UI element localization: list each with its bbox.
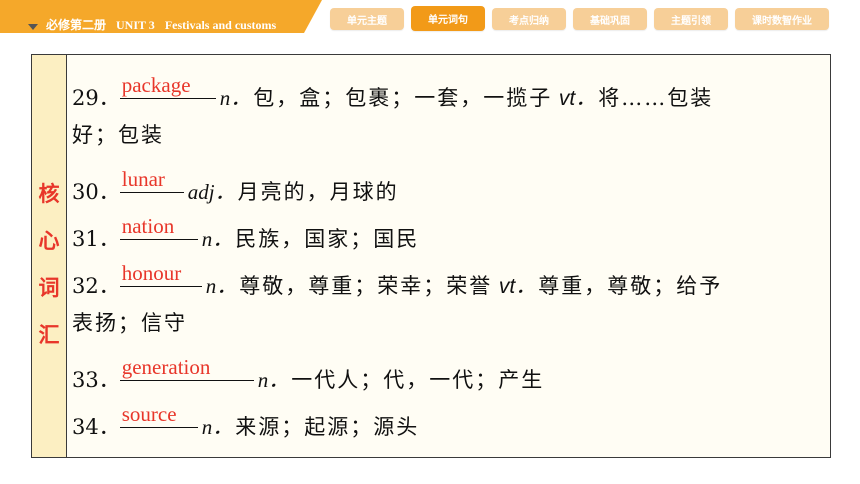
tab-unit-theme[interactable]: 单元主题 [330, 8, 404, 30]
side-char: 汇 [38, 323, 60, 347]
course-title: 必修第二册 UNIT 3 Festivals and customs [46, 16, 276, 33]
part-of-speech: n． [205, 274, 238, 298]
tab-unit-vocabulary[interactable]: 单元词句 [411, 6, 485, 31]
answer-text: lunar [121, 167, 165, 191]
tab-label: 基础巩固 [590, 15, 630, 27]
definition: 尊敬，尊重；荣幸；荣誉 [239, 274, 493, 298]
tab-label: 课时数智作业 [752, 15, 812, 27]
vocabulary-card: 核 心 词 汇 29． package n．包，盒；包裹；一套，一揽子 vt．将……… [31, 54, 831, 458]
part-of-speech: n． [201, 227, 234, 251]
part-of-speech: adj． [187, 180, 236, 204]
tab-label: 考点归纳 [509, 15, 549, 27]
list-item: 30． lunar adj．月亮的，月球的 [72, 159, 828, 206]
part-of-speech: n． [257, 368, 290, 392]
definition: 好；包装 [72, 123, 164, 147]
definition: 尊重，尊敬；给予 [538, 274, 723, 298]
side-char: 词 [38, 276, 60, 300]
list-item: 29． package n．包，盒；包裹；一套，一揽子 vt．将……包装 [72, 65, 828, 112]
list-item: 32． honour n．尊敬，尊重；荣幸；荣誉 vt．尊重，尊敬；给予 [72, 253, 828, 300]
unit-number: UNIT 3 [116, 18, 155, 32]
list-item: 33． generation n．一代人；代，一代；产生 [72, 347, 828, 394]
header-bar: 必修第二册 UNIT 3 Festivals and customs 单元主题 单元… [0, 0, 860, 35]
side-panel: 核 心 词 汇 [32, 55, 67, 457]
definition: 包，盒；包裹；一套，一揽子 [253, 86, 553, 110]
tab-basic-practice[interactable]: 基础巩固 [573, 8, 647, 30]
answer-blank: package [119, 65, 216, 99]
tab-label: 主题引领 [671, 15, 711, 27]
answer-text: nation [121, 214, 175, 238]
tab-label: 单元主题 [347, 15, 387, 27]
part-of-speech: vt． [498, 275, 537, 298]
list-item: 34． source n．来源；起源；源头 [72, 394, 828, 441]
book-name: 必修第二册 [46, 18, 107, 32]
vocabulary-list: 29． package n．包，盒；包裹；一套，一揽子 vt．将……包装 好；包装 … [72, 65, 828, 441]
side-char: 心 [38, 229, 60, 253]
item-number: 34． [72, 415, 120, 439]
answer-blank: honour [119, 253, 202, 287]
answer-blank: nation [119, 206, 198, 240]
tab-key-points[interactable]: 考点归纳 [492, 8, 566, 30]
answer-blank: lunar [119, 159, 184, 193]
answer-blank: source [119, 394, 198, 428]
definition: 民族，国家；国民 [235, 227, 420, 251]
answer-text: source [121, 402, 177, 426]
definition: 将……包装 [598, 86, 714, 110]
definition: 表扬；信守 [72, 311, 187, 335]
list-item: 31． nation n．民族，国家；国民 [72, 206, 828, 253]
answer-text: generation [121, 355, 211, 379]
tab-homework[interactable]: 课时数智作业 [735, 8, 829, 30]
part-of-speech: n． [219, 86, 252, 110]
list-item-continuation: 表扬；信守 [72, 300, 828, 347]
list-item-continuation: 好；包装 [72, 112, 828, 159]
definition: 一代人；代，一代；产生 [291, 368, 545, 392]
caret-down-icon [28, 24, 38, 30]
definition: 来源；起源；源头 [235, 415, 420, 439]
answer-text: honour [121, 261, 182, 285]
answer-blank: generation [119, 347, 254, 381]
part-of-speech: n． [201, 415, 234, 439]
tab-theme-guide[interactable]: 主题引领 [654, 8, 728, 30]
answer-text: package [121, 73, 191, 97]
definition: 月亮的，月球的 [237, 180, 399, 204]
tab-label: 单元词句 [428, 15, 468, 26]
side-char: 核 [38, 182, 60, 206]
unit-topic: Festivals and customs [164, 18, 277, 32]
part-of-speech: vt． [558, 87, 597, 110]
side-label: 核 心 词 汇 [32, 171, 66, 359]
